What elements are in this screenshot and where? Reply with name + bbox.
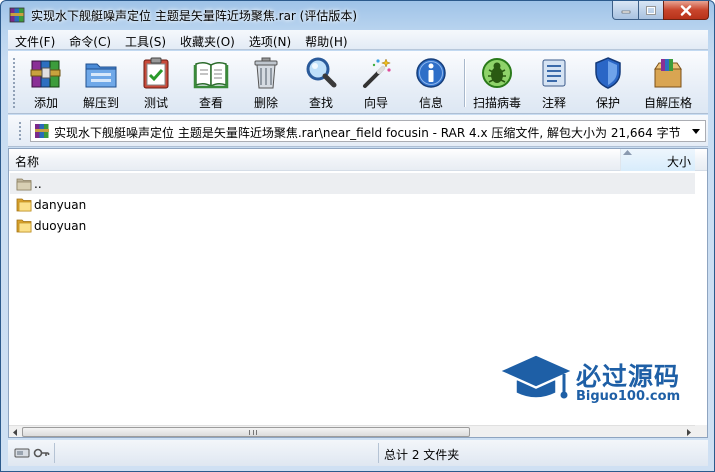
view-label: 查看 xyxy=(198,96,223,110)
virus-scan-label: 扫描病毒 xyxy=(472,96,521,110)
watermark: 必过源码 Biguo100.com xyxy=(496,351,696,411)
wizard-button[interactable]: 向导 xyxy=(350,55,402,111)
status-summary: 总计 2 文件夹 xyxy=(384,448,460,462)
delete-label: 删除 xyxy=(253,96,278,110)
scroll-left-button[interactable] xyxy=(9,427,21,437)
extract-to-label: 解压到 xyxy=(82,96,119,110)
magnifier-icon xyxy=(306,57,337,88)
trash-can-icon xyxy=(254,57,278,89)
watermark-subtitle: Biguo100.com xyxy=(576,389,681,404)
column-size-header[interactable]: 大小 xyxy=(621,149,695,171)
folder-icon xyxy=(16,198,32,212)
shield-icon xyxy=(595,57,621,89)
graduation-cap-logo-icon xyxy=(498,354,574,399)
winrar-window: 实现水下舰艇噪声定位 主题是矢量阵近场聚焦.rar (评估版本) 文件(F) 命… xyxy=(0,0,715,472)
comment-label: 注释 xyxy=(541,96,566,110)
disk-key-icon[interactable] xyxy=(14,446,50,460)
winrar-app-icon[interactable] xyxy=(9,7,25,23)
vertical-scrollbar[interactable] xyxy=(695,171,707,425)
scroll-grip xyxy=(249,430,257,435)
find-label: 查找 xyxy=(308,96,333,110)
list-item-danyuan[interactable]: danyuan xyxy=(10,194,696,215)
close-button[interactable] xyxy=(663,1,709,20)
add-button[interactable]: 添加 xyxy=(20,55,72,111)
watermark-title: 必过源码 xyxy=(576,362,681,391)
chevron-right-icon xyxy=(687,428,691,436)
status-bar: 总计 2 文件夹 xyxy=(8,440,708,466)
maximize-icon xyxy=(646,5,656,15)
chevron-down-icon xyxy=(692,128,700,134)
title-bar[interactable]: 实现水下舰艇噪声定位 主题是矢量阵近场聚焦.rar (评估版本) xyxy=(1,1,714,29)
clipboard-check-icon xyxy=(143,57,169,89)
info-label: 信息 xyxy=(418,96,443,110)
wizard-label: 向导 xyxy=(363,96,388,110)
folder-extract-icon xyxy=(85,63,117,88)
minimize-button[interactable] xyxy=(612,1,639,20)
delete-button[interactable]: 删除 xyxy=(240,55,292,111)
menu-favorites[interactable]: 收藏夹(O) xyxy=(173,30,242,49)
protect-label: 保护 xyxy=(595,96,620,110)
comment-button[interactable]: 注释 xyxy=(528,55,580,111)
menu-commands[interactable]: 命令(C) xyxy=(62,30,118,49)
file-name: .. xyxy=(34,177,42,191)
find-button[interactable]: 查找 xyxy=(295,55,347,111)
sort-ascending-icon xyxy=(623,150,632,155)
minimize-icon xyxy=(621,10,630,14)
window-title: 实现水下舰艇噪声定位 主题是矢量阵近场聚焦.rar (评估版本) xyxy=(31,9,358,23)
menu-bar: 文件(F) 命令(C) 工具(S) 收藏夹(O) 选项(N) 帮助(H) xyxy=(8,30,708,50)
toolbar-separator xyxy=(464,59,466,107)
sfx-label: 自解压格 xyxy=(643,96,692,110)
horizontal-scrollbar[interactable] xyxy=(9,425,707,437)
toolbar: 添加 解压到 测试 查看 删除 查找 向导 信息 扫描病毒 注释 保护 自解压格 xyxy=(8,51,708,114)
info-icon xyxy=(416,58,446,88)
parent-folder-icon xyxy=(16,178,32,191)
menu-help[interactable]: 帮助(H) xyxy=(298,30,354,49)
menu-tools[interactable]: 工具(S) xyxy=(118,30,173,49)
sfx-box-icon xyxy=(654,59,682,88)
status-separator xyxy=(378,443,379,463)
file-name: duoyuan xyxy=(34,219,87,233)
magic-wand-icon xyxy=(363,58,391,88)
comment-notes-icon xyxy=(542,59,566,87)
books-add-icon xyxy=(30,60,61,88)
virus-scan-button[interactable]: 扫描病毒 xyxy=(468,55,526,111)
maximize-button[interactable] xyxy=(638,1,664,20)
sfx-button[interactable]: 自解压格 xyxy=(638,55,698,111)
open-book-icon xyxy=(193,61,229,89)
column-header: 名称 大小 xyxy=(9,149,707,171)
status-separator xyxy=(54,443,55,463)
file-name: danyuan xyxy=(34,198,87,212)
add-label: 添加 xyxy=(33,96,58,110)
address-bar: 实现水下舰艇噪声定位 主题是矢量阵近场聚焦.rar\near_field foc… xyxy=(8,115,708,147)
menu-file[interactable]: 文件(F) xyxy=(8,30,62,49)
bug-scan-icon xyxy=(482,58,512,88)
archive-icon xyxy=(35,124,49,138)
extract-to-button[interactable]: 解压到 xyxy=(75,55,127,111)
test-button[interactable]: 测试 xyxy=(130,55,182,111)
info-button[interactable]: 信息 xyxy=(405,55,457,111)
column-name-header[interactable]: 名称 xyxy=(15,153,39,170)
view-button[interactable]: 查看 xyxy=(185,55,237,111)
address-path: 实现水下舰艇噪声定位 主题是矢量阵近场聚焦.rar\near_field foc… xyxy=(54,126,681,140)
toolbar-grip[interactable] xyxy=(12,57,16,109)
list-item-duoyuan[interactable]: duoyuan xyxy=(10,215,696,236)
close-icon xyxy=(680,4,692,16)
test-label: 测试 xyxy=(143,96,168,110)
address-dropdown-button[interactable] xyxy=(689,124,703,138)
address-grip[interactable] xyxy=(18,121,22,141)
menu-options[interactable]: 选项(N) xyxy=(242,30,298,49)
address-combobox[interactable]: 实现水下舰艇噪声定位 主题是矢量阵近场聚焦.rar\near_field foc… xyxy=(30,120,706,142)
chevron-left-icon xyxy=(13,428,17,436)
scrollbar-corner xyxy=(695,425,707,437)
protect-button[interactable]: 保护 xyxy=(582,55,634,111)
horizontal-scroll-thumb[interactable] xyxy=(22,427,470,437)
list-item-parent[interactable]: .. xyxy=(10,173,696,194)
folder-icon xyxy=(16,219,32,233)
file-list: 名称 大小 .. danyuan duoyuan 必过源码 Biguo100.c… xyxy=(8,148,708,438)
column-size-label: 大小 xyxy=(666,155,691,169)
scroll-right-button[interactable] xyxy=(683,427,695,437)
